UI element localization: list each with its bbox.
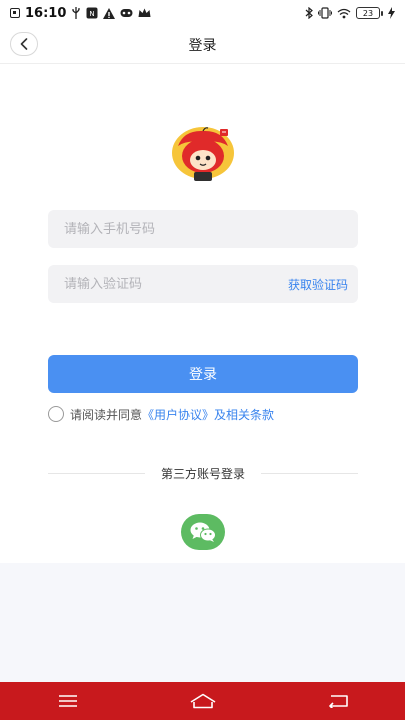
vibrate-icon <box>318 7 332 19</box>
third-party-title: 第三方账号登录 <box>161 466 246 481</box>
agreement-row: 请阅读并同意 《用户协议》 及相关条款 <box>48 405 274 423</box>
related-terms-link[interactable]: 及相关条款 <box>214 406 274 423</box>
recent-apps-button[interactable] <box>48 686 88 716</box>
back-button[interactable] <box>10 32 38 56</box>
phone-field-container <box>48 210 358 248</box>
crown-icon <box>138 8 151 17</box>
lower-background <box>0 563 405 682</box>
screenshot-icon <box>10 8 20 18</box>
system-back-button[interactable] <box>318 686 358 716</box>
battery-level: 23 <box>356 7 380 19</box>
app-logo <box>172 127 234 181</box>
status-bar: 16:10 N 23 <box>0 0 405 26</box>
home-button[interactable] <box>183 686 223 716</box>
usb-icon <box>72 7 81 19</box>
charging-icon <box>388 7 395 19</box>
nav-bar: 登录 <box>0 26 405 64</box>
battery-icon: 23 <box>356 7 383 19</box>
login-button[interactable]: 登录 <box>48 355 358 393</box>
verification-code-input[interactable] <box>64 276 264 292</box>
chevron-left-icon <box>20 38 28 50</box>
third-party-divider: 第三方账号登录 <box>48 464 359 482</box>
agreement-checkbox[interactable] <box>48 406 64 422</box>
user-agreement-link[interactable]: 《用户协议》 <box>142 406 214 423</box>
status-left: 16:10 N <box>10 6 151 21</box>
phone-input[interactable] <box>64 221 342 237</box>
game-icon <box>120 9 133 17</box>
system-nav-bar <box>0 682 405 720</box>
wechat-login-button[interactable] <box>181 514 225 550</box>
divider-right <box>261 472 359 474</box>
nfc-icon: N <box>86 7 98 19</box>
home-icon <box>190 693 215 709</box>
divider-left <box>48 472 145 474</box>
code-field-container: 获取验证码 <box>48 265 358 303</box>
get-code-button[interactable]: 获取验证码 <box>288 276 348 293</box>
wifi-icon <box>337 8 351 18</box>
page-title: 登录 <box>188 37 217 54</box>
menu-icon <box>58 695 77 707</box>
back-icon <box>328 695 348 708</box>
clock: 16:10 <box>25 5 67 21</box>
svg-text:N: N <box>90 10 95 18</box>
bluetooth-icon <box>305 7 313 19</box>
agreement-prefix: 请阅读并同意 <box>70 407 143 422</box>
warning-icon <box>103 7 116 19</box>
wechat-icon <box>190 522 216 542</box>
status-right: 23 <box>305 7 395 19</box>
